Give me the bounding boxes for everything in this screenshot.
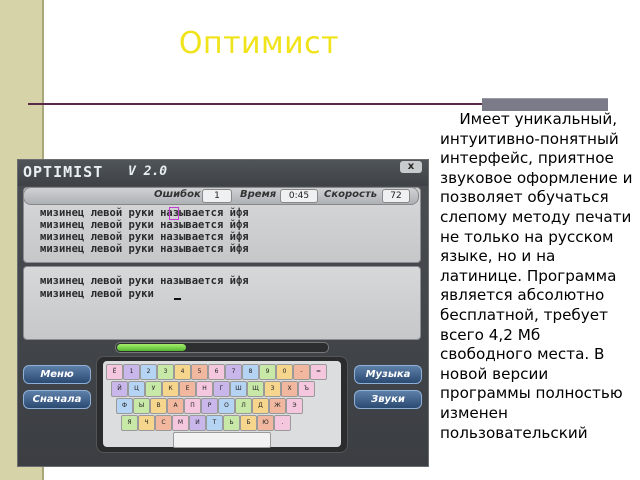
restart-button[interactable]: Сначала [23,390,91,409]
keyboard-key[interactable]: Л [235,398,252,414]
keyboard-key[interactable]: 1 [123,364,140,380]
keyboard-key[interactable]: Ц [128,381,145,397]
keyboard-key[interactable]: И [189,415,206,431]
keyboard-key[interactable]: Д [252,398,269,414]
sounds-button[interactable]: Звуки [354,390,422,409]
keyboard-key[interactable]: Г [213,381,230,397]
keyboard-key[interactable]: . [274,415,291,431]
keyboard-key[interactable]: 9 [259,364,276,380]
keyboard-key[interactable]: Е [179,381,196,397]
lesson-line: мизинец левой руки называется йфя [40,231,249,243]
keyboard-key[interactable]: Ё [106,364,123,380]
keyboard-key[interactable]: Р [201,398,218,414]
speed-label: Скорость [324,189,378,200]
lesson-line: мизинец левой руки называется йфя [40,219,249,231]
keyboard-key[interactable]: М [172,415,189,431]
virtual-keyboard: Ё 1 2 3 4 5 6 7 8 9 0- = Й Ц У К Е Н Г Ш Щ З Х Ъ Ф Ы В А П Р О Л Д Ж Э Я Ч С М… [96,356,348,453]
lesson-panel: Ошибок 1 Время 0:45 Скорость 72 мизинец … [23,187,421,263]
app-titlebar: OPTIMIST V 2.0 x [18,160,428,186]
keyboard-key[interactable]: А [167,398,184,414]
keyboard-key[interactable]: Я [121,415,138,431]
time-label: Время [240,189,277,200]
lesson-line: мизинец левой руки называется йфя [40,243,249,255]
keyboard-key[interactable]: 5 [191,364,208,380]
lesson-line: мизинец левой руки называется йфя [40,207,249,219]
keyboard-key[interactable]: Ж [269,398,286,414]
progress-bar [115,342,329,353]
keyboard-key[interactable]: 0 [276,364,293,380]
keyboard-key[interactable]: Й [111,381,128,397]
keyboard-key[interactable]: Б [240,415,257,431]
typed-line: мизинец левой руки называется йфя [40,275,249,287]
keyboard-keys-area: Ё 1 2 3 4 5 6 7 8 9 0- = Й Ц У К Е Н Г Ш Щ З Х Ъ Ф Ы В А П Р О Л Д Ж Э Я Ч С М… [103,361,341,448]
keyboard-key[interactable]: П [184,398,201,414]
keyboard-key[interactable]: - [293,364,310,380]
keyboard-key[interactable]: 8 [242,364,259,380]
keyboard-key[interactable]: К [162,381,179,397]
typed-line: мизинец левой руки [40,288,154,300]
keyboard-key[interactable]: В [150,398,167,414]
space-key[interactable] [173,432,271,448]
app-version: V 2.0 [128,164,168,179]
errors-value: 1 [202,189,232,203]
time-value: 0:45 [280,189,318,203]
keyboard-key[interactable]: 2 [140,364,157,380]
keyboard-key[interactable]: О [218,398,235,414]
keyboard-key[interactable]: 4 [174,364,191,380]
keyboard-key[interactable]: Ы [133,398,150,414]
keyboard-key[interactable]: Н [196,381,213,397]
slide-title: Оптимист [178,26,340,61]
keyboard-key[interactable]: Х [281,381,298,397]
keyboard-key[interactable]: 7 [225,364,242,380]
keyboard-key[interactable]: Щ [247,381,264,397]
keyboard-key[interactable]: С [155,415,172,431]
keyboard-key[interactable]: У [145,381,162,397]
typing-cursor [174,298,181,300]
keyboard-key[interactable]: Ь [223,415,240,431]
keyboard-key[interactable]: Ч [138,415,155,431]
stats-bar: Ошибок 1 Время 0:45 Скорость 72 [23,187,419,205]
keyboard-key[interactable]: Ъ [298,381,315,397]
keyboard-key[interactable]: Э [286,398,303,414]
optimist-app-window: OPTIMIST V 2.0 x Ошибок 1 Время 0:45 Ско… [17,159,429,467]
keyboard-key[interactable]: Ш [230,381,247,397]
music-button[interactable]: Музыка [354,365,422,384]
keyboard-key[interactable]: Т [206,415,223,431]
speed-value: 72 [382,189,410,203]
typing-panel[interactable]: мизинец левой руки называется йфя мизине… [23,266,421,340]
keyboard-key[interactable]: 3 [157,364,174,380]
errors-label: Ошибок [154,189,201,200]
app-logo: OPTIMIST [23,163,104,181]
keyboard-key[interactable]: Ю [257,415,274,431]
keyboard-key[interactable]: Ф [116,398,133,414]
close-button[interactable]: x [400,161,422,173]
keyboard-key[interactable]: = [310,364,327,380]
keyboard-key[interactable]: 6 [208,364,225,380]
menu-button[interactable]: Меню [23,365,91,384]
keyboard-key[interactable]: З [264,381,281,397]
slide-body-text: Имеет уникальный, интуитивно-понятный ин… [440,110,638,442]
progress-fill [117,344,186,351]
